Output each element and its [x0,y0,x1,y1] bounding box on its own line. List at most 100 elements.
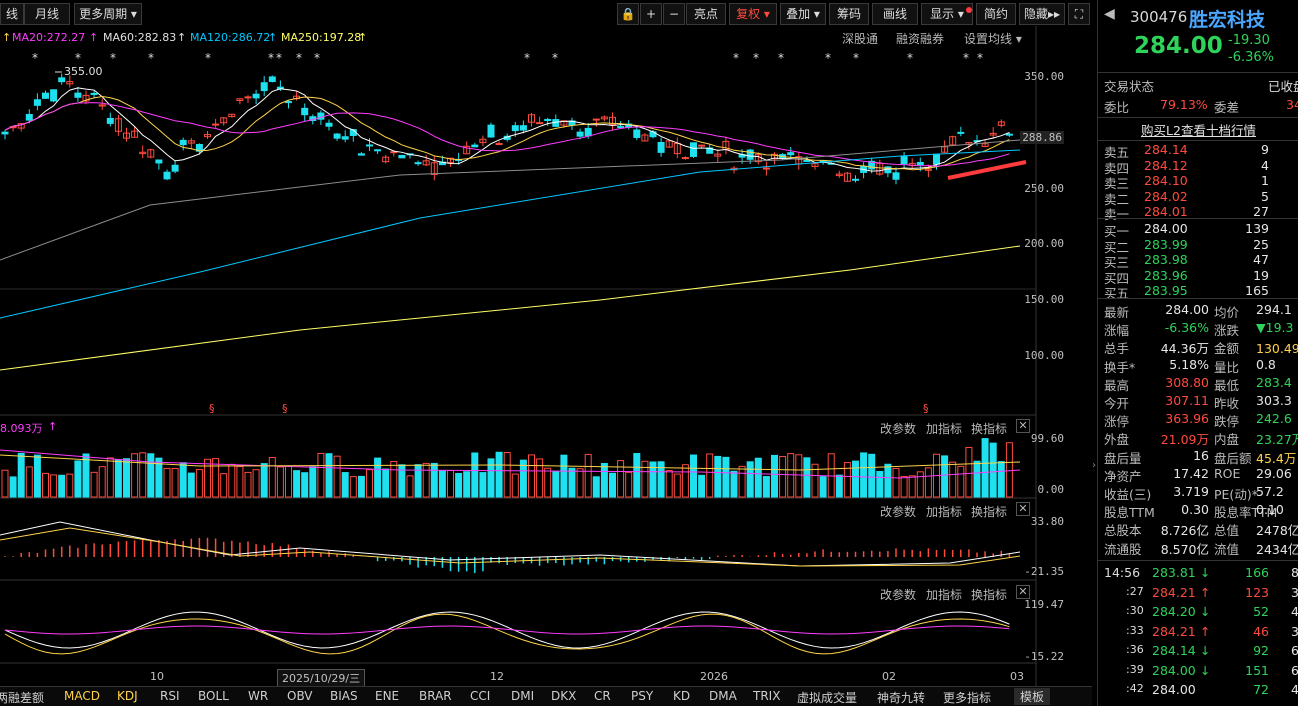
indicator-tab[interactable]: TRIX [753,689,780,703]
quote-value: 45.4万 [1256,450,1297,466]
candle [1,131,9,135]
tick-price: 284.00 [1152,682,1196,697]
current-price: 284.00 [1134,33,1223,59]
volume-bar [576,468,584,498]
back-arrow-icon[interactable]: ◀ [1104,6,1115,22]
close-icon[interactable]: ✕ [1016,419,1030,433]
volume-bar [673,473,681,498]
indicator-tab[interactable]: KDJ [117,689,138,703]
volume-bar [584,453,592,498]
volume-bar [779,456,787,498]
volume-bar [1005,442,1013,498]
order-ratio-label: 委比 [1104,100,1130,115]
indicator-tab[interactable]: BRAR [419,689,452,703]
indicator-tab[interactable]: 更多指标 [943,689,991,706]
change-params-button[interactable]: 改参数 [880,503,916,520]
indicator-tab[interactable]: 模板 [1014,688,1051,705]
volume-bar [252,469,260,498]
add-indicator-button[interactable]: 加指标 [926,420,962,437]
tick-time: :27 [1126,584,1144,598]
volume-bar [414,464,422,498]
crosshair-date-label: 2025/10/29/三 [277,669,366,687]
price-axis-label: 350.00 [1024,70,1064,83]
ask-volume: 27 [1253,204,1269,219]
close-icon[interactable]: ✕ [1016,502,1030,516]
macd-dif-line [0,521,1021,567]
switch-indicator-button[interactable]: 换指标 [971,420,1007,437]
ask-volume: 4 [1261,157,1269,173]
volume-bar [924,467,932,498]
volume-bar [730,470,738,498]
kline-chart-area[interactable]: 线 月线 更多周期 ▾ 🔒 + − 亮点 复权 ▾ 叠加 ▾ 筹码 画线 显示 … [0,0,1092,706]
add-indicator-button[interactable]: 加指标 [926,503,962,520]
event-marker: * [296,51,302,65]
candle [398,154,406,159]
volume-bar [366,469,373,498]
indicator-tab[interactable]: 两融差额 [0,689,44,706]
volume-bar [528,454,535,498]
tick-count: 3 [1291,585,1298,600]
volume-bar [42,472,49,498]
volume-bar [511,473,519,498]
quote-value: 57.2 [1256,484,1284,499]
indicator-tab[interactable]: WR [248,689,268,703]
indicator-tab[interactable]: DKX [551,689,576,703]
indicator-tab[interactable]: MACD [64,689,100,703]
ask-price: 284.01 [1144,204,1188,219]
volume-bar [868,453,876,498]
volume-bar [455,472,463,498]
indicator-tab[interactable]: KD [673,689,690,703]
indicator-tab[interactable]: BIAS [330,689,358,703]
quote-value: 2478亿 [1256,523,1298,539]
change-params-button[interactable]: 改参数 [880,420,916,437]
bid-price: 283.98 [1144,252,1188,267]
quote-row: 收益(三) 3.719 PE(动)* 57.2 [1098,484,1298,502]
kdj-k-line [4,611,1010,649]
volume-bar [58,474,66,498]
indicator-tab[interactable]: DMA [709,689,737,703]
event-marker: * [314,51,320,65]
indicator-tab[interactable]: 虚拟成交量 [797,689,857,706]
indicator-tab[interactable]: DMI [511,689,534,703]
tick-row: :39 284.00↓ 151 6 [1098,663,1298,681]
volume-bar [762,476,770,498]
tick-volume: 151 [1245,662,1269,678]
ask-price: 284.02 [1144,188,1188,204]
add-indicator-button[interactable]: 加指标 [926,586,962,603]
switch-indicator-button[interactable]: 换指标 [971,586,1007,603]
volume-axis-label: 0.00 [1037,483,1065,496]
volume-bar [349,476,357,498]
quote-row: 最新 284.00 均价 294.1 [1098,302,1298,320]
indicator-tab[interactable]: RSI [160,689,180,703]
candle [592,118,600,121]
change-params-button[interactable]: 改参数 [880,586,916,603]
indicator-tab[interactable]: 神奇九转 [877,689,925,706]
stock-name[interactable]: 胜宏科技 [1189,5,1265,32]
volume-bar [681,464,689,498]
indicator-tab[interactable]: OBV [287,689,313,703]
indicator-tab[interactable]: PSY [631,689,653,703]
tick-time: :42 [1126,682,1144,695]
volume-bar [382,468,390,498]
candle [900,156,908,165]
indicator-tab[interactable]: CR [594,689,611,703]
l2-upgrade-link[interactable]: 购买L2查看十档行情 [1098,120,1298,139]
indicator-tab[interactable]: BOLL [198,689,229,703]
ask-row: 卖一 284.01 27 [1098,204,1298,222]
indicator-tab[interactable]: ENE [375,689,399,703]
close-icon[interactable]: ✕ [1016,585,1030,599]
volume-bar [301,472,309,498]
indicator-tab[interactable]: CCI [470,689,490,703]
tick-row: 14:56 283.81 ↓ 166 8 [1098,565,1298,583]
quote-value: 8.726亿 [1160,523,1209,539]
quote-label: 今开 [1104,396,1130,411]
quote-label: 内盘 [1214,432,1240,448]
quote-value: 21.09万 [1160,432,1209,448]
volume-bar [220,473,228,498]
volume-bar [819,476,827,498]
volume-bar [754,457,762,498]
volume-bar [973,460,981,498]
ma10-line [4,96,1010,171]
switch-indicator-button[interactable]: 换指标 [971,503,1007,520]
quote-label: 总股本 [1104,523,1142,539]
